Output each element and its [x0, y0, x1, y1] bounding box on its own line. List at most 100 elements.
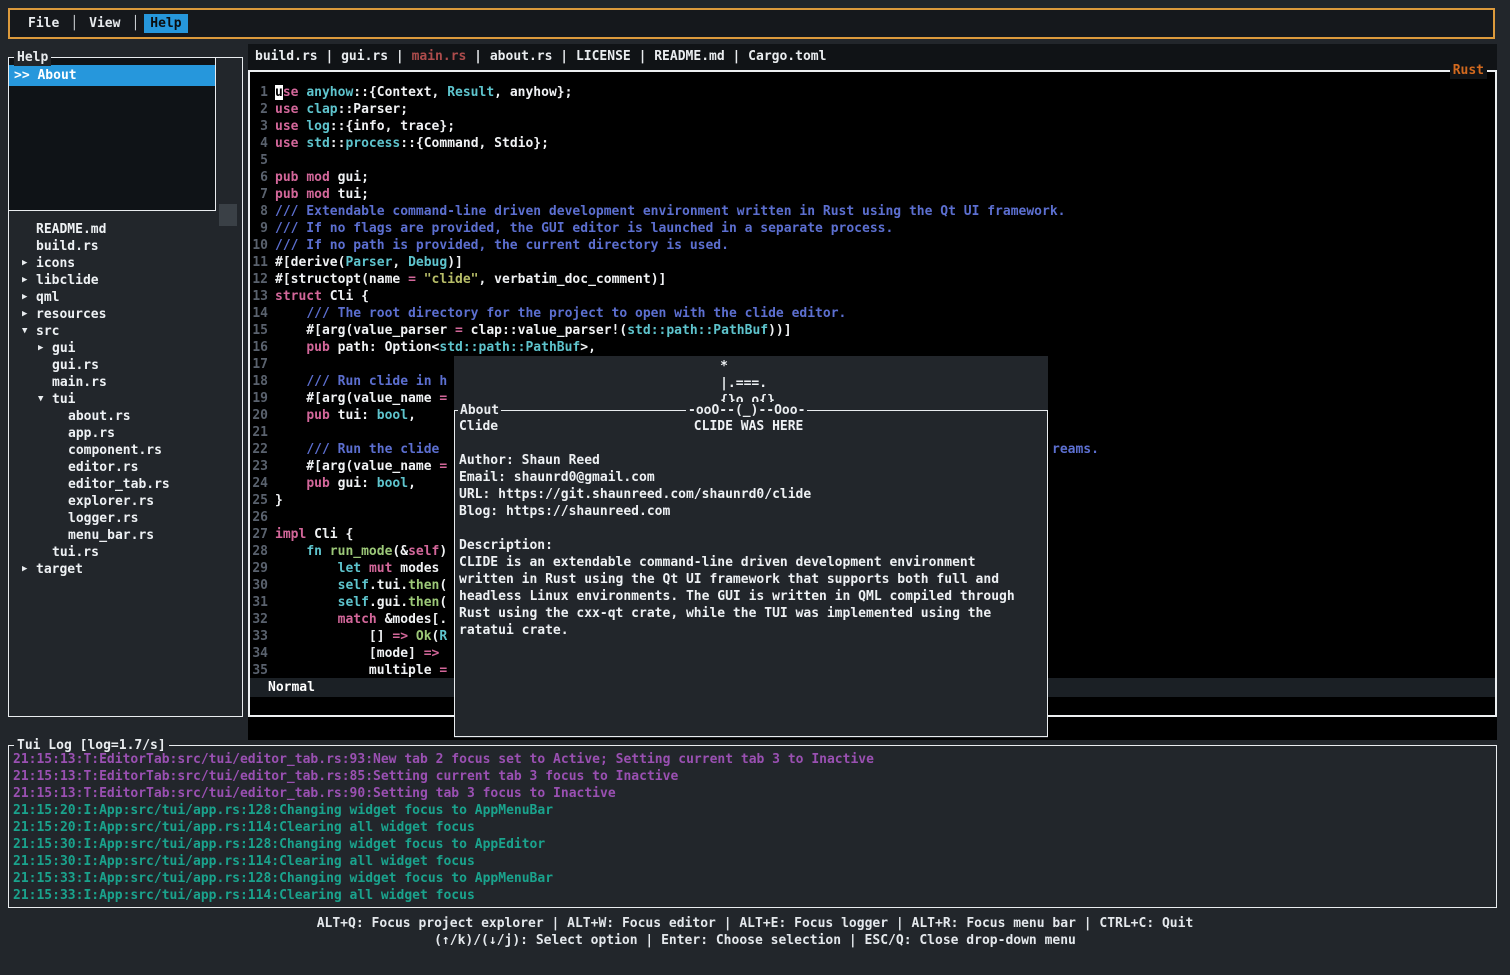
explorer-item-main-rs[interactable]: main.rs	[9, 374, 241, 391]
code-fragment-right-of-popup: reams.	[1052, 441, 1099, 458]
explorer-item-README-md[interactable]: README.md	[9, 221, 241, 238]
explorer-item-label: qml	[36, 289, 59, 306]
tab-main-rs[interactable]: main.rs	[412, 49, 467, 64]
line-number: 1	[250, 84, 268, 101]
code-text: let mut modes	[275, 560, 439, 577]
explorer-item-component-rs[interactable]: component.rs	[9, 442, 241, 459]
explorer-item-tui-rs[interactable]: tui.rs	[9, 544, 241, 561]
tab-Cargo-toml[interactable]: Cargo.toml	[748, 49, 826, 64]
chevron-right-icon: ▶	[22, 255, 36, 272]
code-line[interactable]: 6 pub mod gui;	[250, 169, 1495, 186]
code-line[interactable]: 11#[derive(Parser, Debug)]	[250, 254, 1495, 271]
line-number: 12	[250, 271, 268, 288]
explorer-item-about-rs[interactable]: about.rs	[9, 408, 241, 425]
explorer-item-label: app.rs	[68, 425, 115, 442]
tab-build-rs[interactable]: build.rs	[255, 49, 318, 64]
log-lines: 21:15:13:T:EditorTab:src/tui/editor_tab.…	[13, 751, 1494, 904]
line-number: 27	[250, 526, 268, 543]
explorer-item-label: tui.rs	[52, 544, 99, 561]
code-token: then	[408, 595, 439, 610]
explorer-item-gui-rs[interactable]: gui.rs	[9, 357, 241, 374]
tab-separator: |	[725, 49, 748, 64]
explorer-item-icons[interactable]: ▶icons	[9, 255, 241, 272]
line-number: 7	[250, 186, 268, 203]
explorer-item-menu_bar-rs[interactable]: menu_bar.rs	[9, 527, 241, 544]
explorer-item-target[interactable]: ▶target	[9, 561, 241, 578]
explorer-item-qml[interactable]: ▶qml	[9, 289, 241, 306]
line-number: 35	[250, 662, 268, 679]
explorer-item-app-rs[interactable]: app.rs	[9, 425, 241, 442]
line-number: 22	[250, 441, 268, 458]
tab-about-rs[interactable]: about.rs	[490, 49, 553, 64]
code-token: )	[439, 544, 447, 559]
explorer-item-label: gui.rs	[52, 357, 99, 374]
code-text: pub mod gui;	[275, 169, 369, 186]
code-token	[275, 595, 338, 610]
code-token: (	[439, 578, 447, 593]
tab-separator: |	[318, 49, 341, 64]
code-text: }	[275, 492, 283, 509]
explorer-item-editor-rs[interactable]: editor.rs	[9, 459, 241, 476]
code-line[interactable]: 9/// If no flags are provided, the GUI e…	[250, 220, 1495, 237]
about-popup-content: Clide CLIDE WAS HERE Author: Shaun Reed …	[459, 418, 1044, 639]
code-token	[275, 612, 338, 627]
code-line[interactable]: 3use log::{info, trace};	[250, 118, 1495, 135]
chevron-right-icon: ▶	[22, 561, 36, 578]
menu-item-view[interactable]: View	[83, 14, 126, 33]
explorer-item-gui[interactable]: ▶gui	[9, 340, 241, 357]
keybinding-help-line-1: ALT+Q: Focus project explorer | ALT+W: F…	[0, 915, 1510, 932]
code-token: #[arg(value_parser	[275, 323, 455, 338]
code-line[interactable]: 12#[structopt(name = "clide", verbatim_d…	[250, 271, 1495, 288]
line-number: 17	[250, 356, 268, 373]
explorer-item-label: about.rs	[68, 408, 131, 425]
code-line[interactable]: 7pub mod tui;	[250, 186, 1495, 203]
explorer-item-src[interactable]: ▼src	[9, 323, 241, 340]
explorer-item-explorer-rs[interactable]: explorer.rs	[9, 493, 241, 510]
explorer-item-editor_tab-rs[interactable]: editor_tab.rs	[9, 476, 241, 493]
explorer-item-logger-rs[interactable]: logger.rs	[9, 510, 241, 527]
code-line[interactable]: 5	[250, 152, 1495, 169]
code-line[interactable]: 4use std::process::{Command, Stdio};	[250, 135, 1495, 152]
code-token: se	[283, 85, 299, 100]
code-line[interactable]: 16 pub path: Option<std::path::PathBuf>,	[250, 339, 1495, 356]
code-line[interactable]: 8/// Extendable command-line driven deve…	[250, 203, 1495, 220]
code-token: std::path::PathBuf	[439, 340, 580, 355]
help-menu-item-about[interactable]: >> About	[9, 65, 215, 86]
line-number: 29	[250, 560, 268, 577]
code-token: u	[275, 85, 283, 100]
explorer-item-label: editor_tab.rs	[68, 476, 170, 493]
code-token: pub	[306, 476, 329, 491]
code-token: ,	[408, 408, 416, 423]
code-token: gui:	[330, 476, 377, 491]
code-line[interactable]: 1use anyhow::{Context, Result, anyhow};	[250, 84, 1495, 101]
code-text: #[arg(value_name =	[275, 458, 447, 475]
code-line[interactable]: 15 #[arg(value_parser = clap::value_pars…	[250, 322, 1495, 339]
code-line[interactable]: 10/// If no path is provided, the curren…	[250, 237, 1495, 254]
tab-LICENSE[interactable]: LICENSE	[576, 49, 631, 64]
code-token: multiple	[275, 663, 439, 678]
code-text: /// The root directory for the project t…	[275, 305, 846, 322]
explorer-item-build-rs[interactable]: build.rs	[9, 238, 241, 255]
line-number: 6	[250, 169, 268, 186]
menu-item-help[interactable]: Help	[144, 14, 187, 33]
code-text: pub tui: bool,	[275, 407, 416, 424]
code-token: impl	[275, 527, 306, 542]
explorer-item-libclide[interactable]: ▶libclide	[9, 272, 241, 289]
menu-item-file[interactable]: File	[22, 14, 65, 33]
tab-gui-rs[interactable]: gui.rs	[341, 49, 388, 64]
code-token	[275, 476, 306, 491]
explorer-item-resources[interactable]: ▶resources	[9, 306, 241, 323]
explorer-item-label: component.rs	[68, 442, 162, 459]
code-text: /// Run the clide	[275, 441, 447, 458]
log-entry: 21:15:33:I:App:src/tui/app.rs:128:Changi…	[13, 870, 1494, 887]
code-line[interactable]: 14 /// The root directory for the projec…	[250, 305, 1495, 322]
code-token: gui;	[330, 170, 369, 185]
code-line[interactable]: 13struct Cli {	[250, 288, 1495, 305]
explorer-item-tui[interactable]: ▼tui	[9, 391, 241, 408]
code-line[interactable]: 2use clap::Parser;	[250, 101, 1495, 118]
code-token	[361, 561, 369, 576]
code-token: process	[345, 136, 400, 151]
tab-README-md[interactable]: README.md	[654, 49, 724, 64]
line-number: 14	[250, 305, 268, 322]
line-number: 25	[250, 492, 268, 509]
